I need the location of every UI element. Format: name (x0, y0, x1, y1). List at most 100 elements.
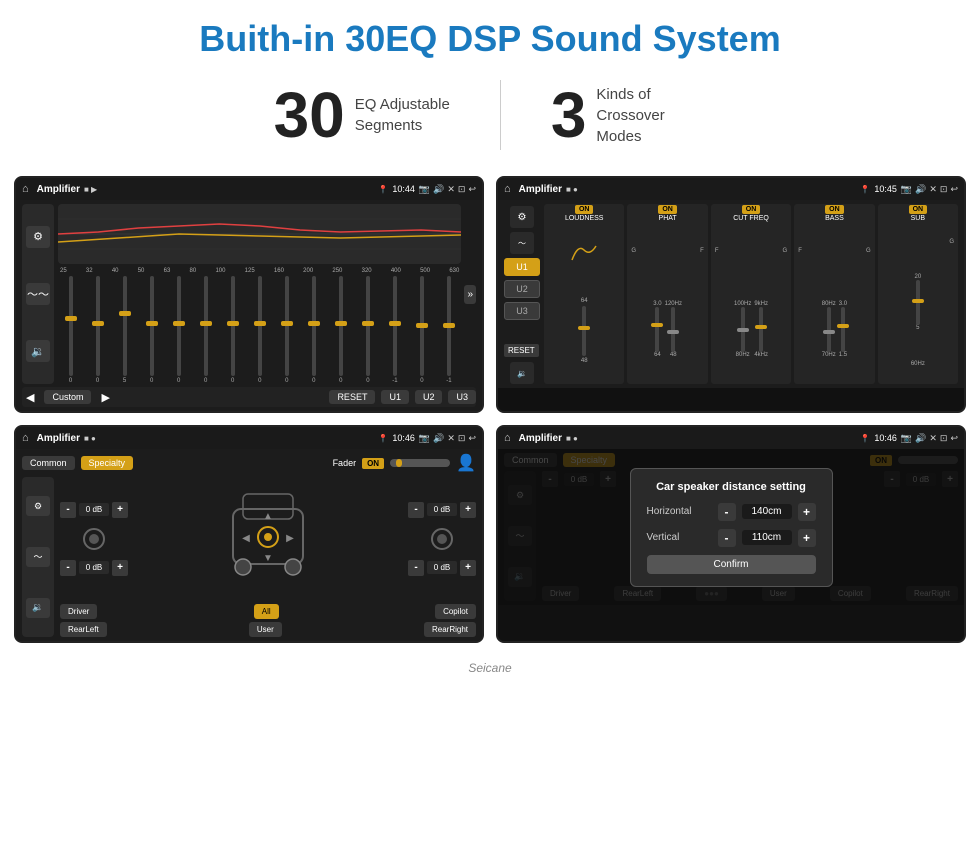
speaker4-screen-body: Common Specialty ON ⚙ 〜 🔉 - 0 dB + (498, 449, 964, 605)
eq-slider-4[interactable]: 0 (139, 276, 164, 384)
back-icon-2[interactable]: ↩ (950, 184, 958, 195)
eq-next-btn[interactable]: ▶ (97, 391, 113, 404)
sp3-driver-btn[interactable]: Driver (60, 604, 97, 619)
eq-expand-btn[interactable]: » (464, 204, 476, 384)
eq-slider-6[interactable]: 0 (193, 276, 218, 384)
close-icon-2[interactable]: ✕ (929, 184, 937, 195)
back-icon-3[interactable]: ↩ (468, 433, 476, 444)
expand-icon-4[interactable]: ⊡ (940, 433, 948, 444)
sp3-fader-slider[interactable] (390, 459, 450, 467)
close-icon-3[interactable]: ✕ (447, 433, 455, 444)
screen1-title: Amplifier (37, 184, 80, 195)
eq-custom-btn[interactable]: Custom (44, 390, 91, 404)
camera-icon-4: 📷 (901, 433, 912, 444)
co-eq-icon[interactable]: ⚙ (510, 206, 534, 228)
sp3-user-btn[interactable]: User (249, 622, 282, 637)
sp3-db3-minus[interactable]: - (408, 502, 424, 518)
close-icon-4[interactable]: ✕ (929, 433, 937, 444)
screen3-location-icon: 📍 (378, 434, 388, 443)
eq-slider-1[interactable]: 0 (58, 276, 83, 384)
sp3-wave-btn[interactable]: 〜 (26, 547, 50, 567)
dialog-vertical-label: Vertical (647, 532, 712, 543)
sp3-vol-btn[interactable]: 🔉 (26, 598, 50, 618)
dialog-horizontal-value: 140cm (742, 504, 792, 519)
dialog-vertical-minus[interactable]: - (718, 529, 736, 547)
dialog-horizontal-plus[interactable]: + (798, 503, 816, 521)
sp3-on-badge[interactable]: ON (362, 458, 384, 469)
co-cutfreq-on[interactable]: ON (742, 205, 761, 214)
back-icon-4[interactable]: ↩ (950, 433, 958, 444)
sp3-right-controls: - 0 dB + - (408, 502, 476, 576)
bass-slider-1[interactable] (827, 307, 831, 352)
sp3-db1-minus[interactable]: - (60, 502, 76, 518)
phat-slider-1[interactable] (655, 307, 659, 352)
sp3-eq-btn[interactable]: ⚙ (26, 496, 50, 516)
bass-slider-2[interactable] (841, 307, 845, 352)
expand-icon-2[interactable]: ⊡ (940, 184, 948, 195)
co-bass-on[interactable]: ON (825, 205, 844, 214)
co-reset-btn[interactable]: RESET (504, 340, 540, 358)
dialog-confirm-btn[interactable]: Confirm (647, 555, 816, 574)
eq-u2-btn[interactable]: U2 (415, 390, 443, 404)
expand-icon[interactable]: ⊡ (458, 184, 466, 195)
sp3-rearleft-btn[interactable]: RearLeft (60, 622, 107, 637)
phat-slider-2[interactable] (671, 307, 675, 352)
sp3-specialty-tab[interactable]: Specialty (81, 456, 134, 470)
eq-u3-btn[interactable]: U3 (448, 390, 476, 404)
dialog-horizontal-minus[interactable]: - (718, 503, 736, 521)
screen2-header: ⌂ Amplifier ■ ● 📍 10:45 📷 🔊 ✕ ⊡ ↩ (498, 178, 964, 200)
sp3-common-tab[interactable]: Common (22, 456, 75, 470)
eq-slider-14[interactable]: 0 (409, 276, 434, 384)
eq-u1-btn[interactable]: U1 (381, 390, 409, 404)
eq-wave-btn[interactable]: 〜〜 (26, 283, 50, 305)
loudness-sliders: 64 48 (581, 298, 588, 364)
dialog-vertical-plus[interactable]: + (798, 529, 816, 547)
sp3-db4-plus[interactable]: + (460, 560, 476, 576)
sp3-db4-minus[interactable]: - (408, 560, 424, 576)
sp3-db3-plus[interactable]: + (460, 502, 476, 518)
co-ch-bass: ON BASS FG 80Hz (794, 204, 874, 384)
sp3-db2-plus[interactable]: + (112, 560, 128, 576)
sp3-header-row: Common Specialty Fader ON 👤 (22, 453, 476, 473)
eq-slider-13[interactable]: -1 (382, 276, 407, 384)
eq-vol-down-btn[interactable]: 🔉 (26, 340, 50, 362)
eq-slider-15[interactable]: -1 (436, 276, 461, 384)
home-icon-3[interactable]: ⌂ (22, 432, 29, 444)
eq-slider-3[interactable]: 5 (112, 276, 137, 384)
eq-settings-btn[interactable]: ⚙ (26, 226, 50, 248)
eq-slider-2[interactable]: 0 (85, 276, 110, 384)
sub-slider-1[interactable] (916, 280, 920, 325)
co-u3-btn[interactable]: U3 (504, 302, 540, 320)
sp3-rearright-btn[interactable]: RearRight (424, 622, 476, 637)
close-icon[interactable]: ✕ (447, 184, 455, 195)
eq-slider-10[interactable]: 0 (301, 276, 326, 384)
co-vol-icon[interactable]: 🔉 (510, 362, 534, 384)
home-icon[interactable]: ⌂ (22, 183, 29, 195)
eq-slider-9[interactable]: 0 (274, 276, 299, 384)
eq-prev-btn[interactable]: ◀ (22, 391, 38, 404)
screen3-icons: ■ ● (84, 434, 96, 443)
home-icon-2[interactable]: ⌂ (504, 183, 511, 195)
co-wave-icon[interactable]: 〜 (510, 232, 534, 254)
eq-slider-5[interactable]: 0 (166, 276, 191, 384)
co-phat-on[interactable]: ON (658, 205, 677, 214)
sp3-db2-minus[interactable]: - (60, 560, 76, 576)
co-sub-on[interactable]: ON (909, 205, 928, 214)
cutfreq-slider-2[interactable] (759, 307, 763, 352)
sp3-db1-plus[interactable]: + (112, 502, 128, 518)
co-loudness-on[interactable]: ON (575, 205, 594, 214)
eq-slider-8[interactable]: 0 (247, 276, 272, 384)
expand-icon-3[interactable]: ⊡ (458, 433, 466, 444)
eq-reset-btn[interactable]: RESET (329, 390, 375, 404)
sp3-copilot-btn[interactable]: Copilot (435, 604, 476, 619)
eq-slider-7[interactable]: 0 (220, 276, 245, 384)
eq-slider-11[interactable]: 0 (328, 276, 353, 384)
back-icon[interactable]: ↩ (468, 184, 476, 195)
co-u2-btn[interactable]: U2 (504, 280, 540, 298)
sp3-all-btn[interactable]: All (254, 604, 279, 619)
loudness-slider-1[interactable] (582, 306, 586, 356)
cutfreq-slider-1[interactable] (741, 307, 745, 352)
eq-slider-12[interactable]: 0 (355, 276, 380, 384)
home-icon-4[interactable]: ⌂ (504, 432, 511, 444)
co-u1-btn[interactable]: U1 (504, 258, 540, 276)
